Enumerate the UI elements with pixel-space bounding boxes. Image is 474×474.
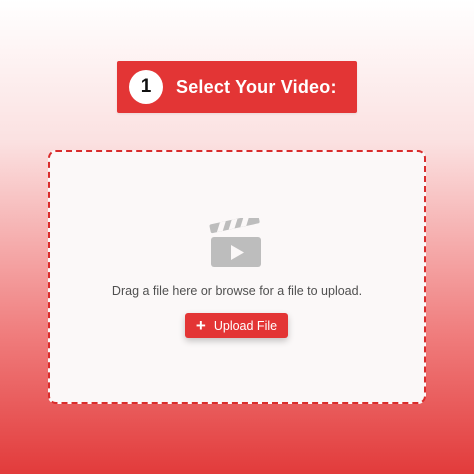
video-clapperboard-icon	[209, 218, 261, 267]
plus-icon: +	[195, 316, 206, 335]
file-dropzone[interactable]	[48, 150, 426, 404]
step-banner: 1 Select Your Video:	[117, 61, 357, 113]
upload-file-button[interactable]: + Upload File	[185, 313, 288, 338]
step-title: Select Your Video:	[176, 76, 337, 97]
step-number-badge: 1	[129, 70, 163, 104]
upload-button-label: Upload File	[213, 318, 278, 333]
dropzone-instructions: Drag a file here or browse for a file to…	[111, 284, 363, 298]
